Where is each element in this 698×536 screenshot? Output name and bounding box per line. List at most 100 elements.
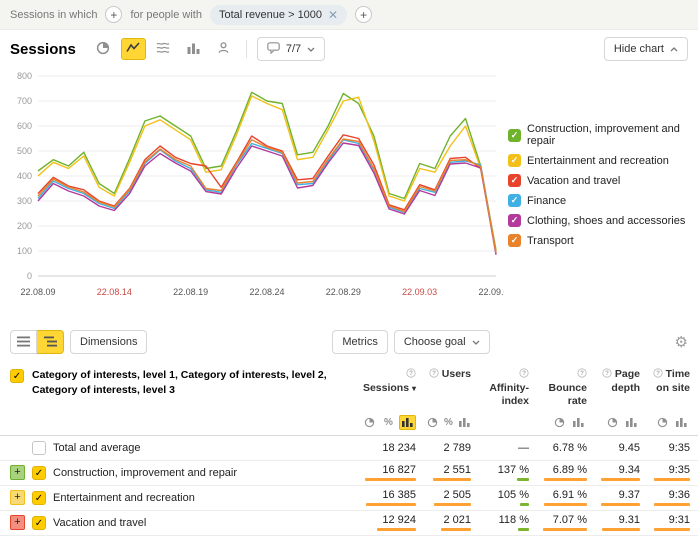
metrics-button[interactable]: Metrics [332,330,387,354]
pie-view-icon[interactable] [604,415,621,430]
cell-time: 9:31 [640,514,690,531]
svg-text:?: ? [409,370,413,377]
pie-view-icon[interactable] [426,415,440,430]
column-chart-icon [187,42,200,57]
column-chart-view-button[interactable] [181,38,206,60]
row-label[interactable]: Construction, improvement and repair [53,467,237,479]
cell-bounce: 6.91 % [529,489,587,506]
row-name-cell: + ✓ Entertainment and recreation [10,490,348,505]
cell-value: 6.91 % [553,489,587,501]
bars-view-icon[interactable] [399,415,416,430]
row-name-cell: Total and average [10,440,348,455]
legend-checkbox-icon[interactable]: ✓ [508,234,521,247]
metric-column-headers: ? Sessions ▾? Users? Affinity-index? Bou… [348,368,690,409]
segment-bar: Sessions in which + for people with Tota… [0,0,698,30]
row-label[interactable]: Total and average [53,442,140,454]
add-session-condition-button[interactable]: + [105,6,122,23]
pie-view-icon[interactable] [361,415,378,430]
legend-label: Entertainment and recreation [527,155,669,167]
bars-view-icon[interactable] [570,415,587,430]
legend-checkbox-icon[interactable]: ✓ [508,174,521,187]
legend-checkbox-icon[interactable]: ✓ [508,214,521,227]
chevron-down-icon [472,336,480,348]
value-bar [544,478,587,481]
settings-gear-icon[interactable]: ⚙ [675,333,688,351]
view-switcher-affinity [471,415,529,430]
tree-view-button[interactable] [37,330,64,354]
hide-chart-button[interactable]: Hide chart [604,37,688,61]
legend-item[interactable]: ✓ Entertainment and recreation [508,154,694,167]
column-header-bounce[interactable]: ? Bounce rate [529,368,587,409]
metric-help-icon: ? [519,368,529,378]
cell-value: 137 % [498,464,529,476]
percent-view-icon[interactable]: % [380,415,397,430]
value-bar [543,528,587,531]
legend-item[interactable]: ✓Vacation and travel [508,174,694,187]
line-chart-view-button[interactable] [121,38,146,60]
filter-chip[interactable]: Total revenue > 1000 ✕ [210,5,347,25]
cell-users: 2 551 [416,464,471,481]
column-header-time[interactable]: ? Time on site [640,368,690,409]
value-bar [602,528,640,531]
legend-item[interactable]: ✓ Construction, improvement and repair [508,123,694,147]
bars-view-icon[interactable] [673,415,690,430]
column-header-sessions[interactable]: ? Sessions ▾ [348,368,416,409]
series-count-dropdown[interactable]: 7/7 [257,37,325,61]
pie-chart-view-button[interactable] [91,38,116,60]
x-axis-label: 22.08.14 [97,287,132,297]
row-name-cell: + ✓ Construction, improvement and repair [10,465,348,480]
column-header-affinity[interactable]: ? Affinity-index [471,368,529,409]
expand-row-button[interactable]: + [10,490,25,505]
legend-checkbox-icon[interactable]: ✓ [508,194,521,207]
add-people-condition-button[interactable]: + [355,6,372,23]
legend-item[interactable]: ✓Finance [508,194,694,207]
column-header-users[interactable]: ? Users [416,368,471,409]
table-row[interactable]: +✓Construction, improvement and repair16… [0,461,698,486]
chart-legend: ✓ Construction, improvement and repair ✓ En… [504,123,694,247]
legend-checkbox-icon[interactable]: ✓ [508,154,521,167]
dimension-header-label: Category of interests, level 1, Category… [32,368,338,397]
pie-view-icon[interactable] [551,415,568,430]
table-row[interactable]: Total and average18 2342 789—6.78 %9.459… [0,436,698,461]
table-row[interactable]: +✓Entertainment and recreation16 3852 50… [0,486,698,511]
dimensions-button[interactable]: Dimensions [70,330,147,354]
row-label[interactable]: Entertainment and recreation [53,492,195,504]
y-axis-label: 200 [17,221,32,231]
series-count-value: 7/7 [286,43,301,55]
row-label[interactable]: Vacation and travel [53,517,146,529]
remove-filter-icon[interactable]: ✕ [328,8,338,22]
percent-view-icon[interactable]: % [442,415,456,430]
pie-view-icon[interactable] [654,415,671,430]
filter-chip-label: Total revenue > 1000 [219,9,322,21]
cell-value: 2 551 [443,464,471,476]
column-header-label: Sessions [363,382,409,394]
expand-row-button[interactable]: + [10,465,25,480]
x-axis-label: 22.08.19 [173,287,208,297]
table-row[interactable]: +✓Vacation and travel12 9242 021118 %7.0… [0,511,698,536]
choose-goal-button[interactable]: Choose goal [394,330,490,354]
cell-depth: 9.34 [587,464,640,481]
row-name-cell: + ✓ Vacation and travel [10,515,348,530]
legend-item[interactable]: ✓Clothing, shoes and accessories [508,214,694,227]
legend-item[interactable]: ✓Transport [508,234,694,247]
bubble-icon [267,42,280,57]
row-checkbox[interactable]: ✓ [32,491,46,505]
cell-value: 9.37 [619,489,640,501]
row-checkbox[interactable] [32,441,46,455]
column-header-depth[interactable]: ? Page depth [587,368,640,409]
row-checkbox[interactable]: ✓ [32,516,46,530]
list-icon [17,335,30,350]
cell-value: 7.07 % [553,514,587,526]
bars-view-icon[interactable] [623,415,640,430]
select-all-checkbox[interactable]: ✓ [10,369,24,383]
list-view-button[interactable] [10,330,37,354]
audience-chart-view-button[interactable] [211,38,236,60]
stacked-chart-view-button[interactable] [151,38,176,60]
bars-view-icon[interactable] [457,415,471,430]
expand-row-button[interactable]: + [10,515,25,530]
legend-checkbox-icon[interactable]: ✓ [508,129,521,142]
cell-value: 9.31 [619,514,640,526]
legend-label: Construction, improvement and repair [527,123,694,147]
line-chart-icon [126,41,140,58]
row-checkbox[interactable]: ✓ [32,466,46,480]
